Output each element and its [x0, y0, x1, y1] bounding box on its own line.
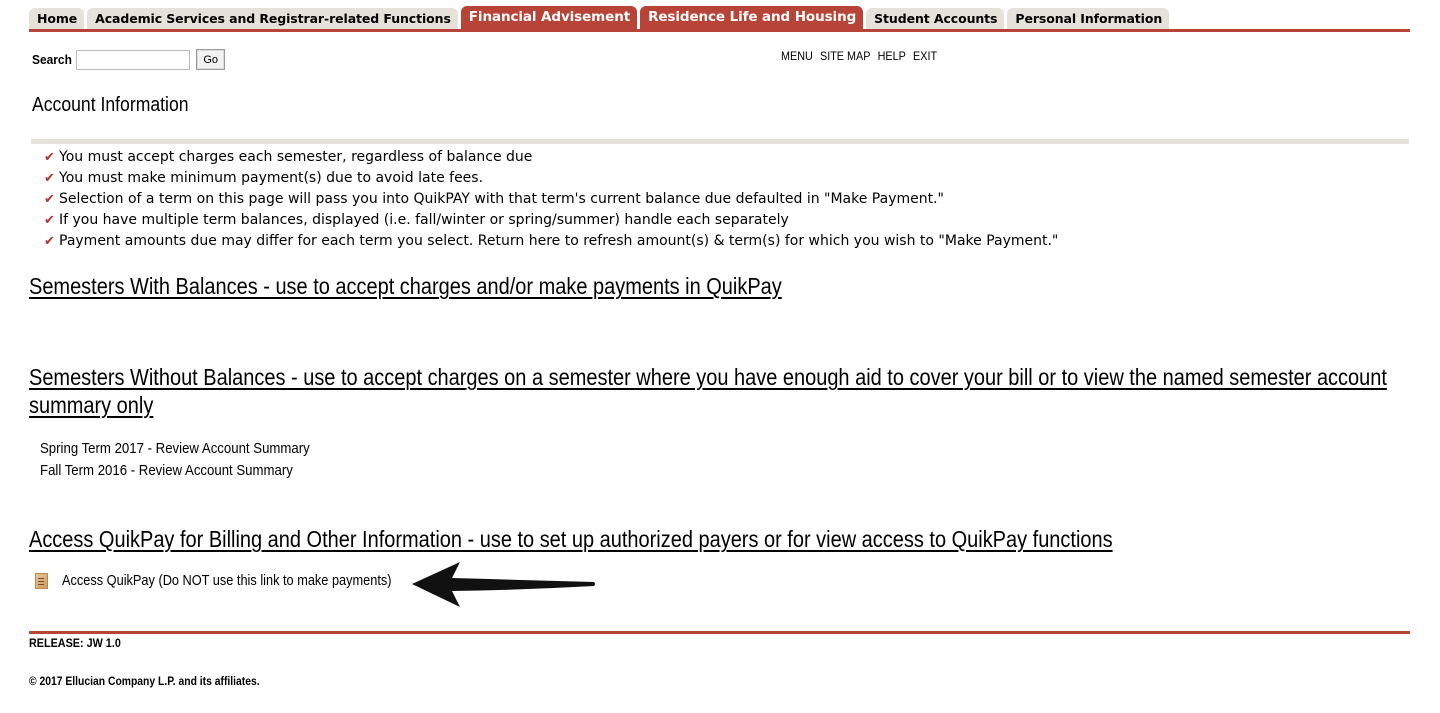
- search-label: Search: [32, 52, 72, 67]
- checkmark-icon: ✔: [44, 171, 55, 186]
- tab-bar: Home Academic Services and Registrar-rel…: [29, 4, 1410, 32]
- page-title: Account Information: [32, 94, 189, 116]
- term-link-fall-2016[interactable]: Fall Term 2016 - Review Account Summary: [40, 460, 310, 482]
- tab-academic-services[interactable]: Academic Services and Registrar-related …: [87, 8, 458, 29]
- access-quikpay-link[interactable]: Access QuikPay (Do NOT use this link to …: [62, 573, 392, 589]
- access-quikpay-section-link[interactable]: Access QuikPay for Billing and Other Inf…: [29, 525, 1113, 553]
- release-label: RELEASE: JW 1.0: [29, 636, 121, 650]
- go-button[interactable]: Go: [196, 49, 226, 70]
- site-map-link[interactable]: SITE MAP: [820, 49, 870, 63]
- footer-divider: [29, 631, 1410, 634]
- term-list: Spring Term 2017 - Review Account Summar…: [40, 438, 347, 482]
- top-links: MENU SITE MAP HELP EXIT: [781, 49, 937, 63]
- checkmark-icon: ✔: [44, 234, 55, 249]
- checkmark-icon: ✔: [44, 213, 55, 228]
- info-item: ✔ Payment amounts due may differ for each…: [44, 231, 1058, 252]
- title-divider: [31, 139, 1409, 144]
- search-input[interactable]: [76, 49, 191, 70]
- menu-link[interactable]: MENU: [781, 49, 813, 63]
- term-link-spring-2017[interactable]: Spring Term 2017 - Review Account Summar…: [40, 438, 310, 460]
- info-list: ✔ You must accept charges each semester, …: [44, 147, 1058, 252]
- quikpay-row: Access QuikPay (Do NOT use this link to …: [35, 573, 436, 589]
- info-item: ✔ Selection of a term on this page will p…: [44, 189, 1058, 210]
- info-item: ✔ You must make minimum payment(s) due to…: [44, 168, 1058, 189]
- semesters-with-balances-link[interactable]: Semesters With Balances - use to accept …: [29, 272, 782, 300]
- document-icon: [35, 573, 48, 589]
- copyright-text: © 2017 Ellucian Company L.P. and its aff…: [29, 676, 260, 688]
- semesters-without-balances-link-cont[interactable]: summary only: [29, 391, 153, 419]
- arrow-annotation-icon: [412, 562, 595, 607]
- tab-financial-advisement[interactable]: Financial Advisement: [460, 6, 638, 29]
- tab-student-accounts[interactable]: Student Accounts: [866, 8, 1005, 29]
- info-item: ✔ If you have multiple term balances, dis…: [44, 210, 1058, 231]
- help-link[interactable]: HELP: [878, 49, 906, 63]
- tab-home[interactable]: Home: [29, 8, 85, 29]
- exit-link[interactable]: EXIT: [913, 49, 937, 63]
- search-form: Search Go: [32, 49, 226, 70]
- semesters-without-balances-link[interactable]: Semesters Without Balances - use to acce…: [29, 363, 1387, 391]
- tab-personal-information[interactable]: Personal Information: [1007, 8, 1170, 29]
- info-item: ✔ You must accept charges each semester, …: [44, 147, 1058, 168]
- checkmark-icon: ✔: [44, 150, 55, 165]
- checkmark-icon: ✔: [44, 192, 55, 207]
- tab-residence-life[interactable]: Residence Life and Housing: [640, 6, 864, 29]
